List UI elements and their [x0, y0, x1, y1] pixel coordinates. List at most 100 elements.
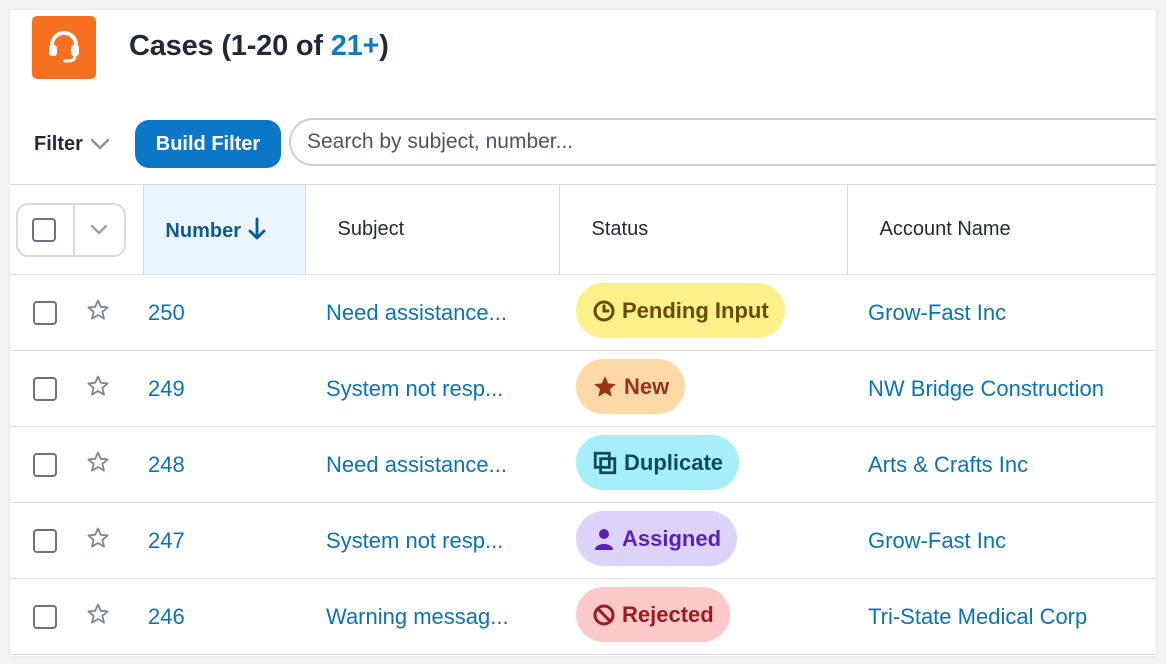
row-checkbox[interactable] [33, 452, 57, 477]
status-badge: Assigned [576, 511, 738, 566]
column-header-account[interactable]: Account Name [847, 184, 1156, 275]
chevron-down-icon[interactable] [88, 218, 110, 240]
headset-icon [49, 30, 79, 62]
case-number-link[interactable]: 250 [148, 300, 185, 325]
status-cell: Duplicate [559, 426, 847, 503]
column-header-status[interactable]: Status [559, 184, 848, 275]
column-header-subject[interactable]: Subject [305, 184, 560, 275]
account-cell: Tri-State Medical Corp [847, 578, 1156, 655]
table-row[interactable]: 246 Warning messag... Rejected Tri-State Me… [10, 578, 1156, 655]
toolbar: Filter Build Filter [10, 118, 1156, 170]
select-all-header [10, 184, 144, 275]
row-select-cell [10, 426, 143, 503]
sort-descending-icon [248, 217, 265, 239]
favorite-star-icon[interactable] [86, 374, 110, 404]
status-cell: Pending Input [559, 274, 847, 351]
status-label: Duplicate [624, 449, 724, 475]
status-badge: Duplicate [576, 435, 740, 490]
column-label-subject: Subject [337, 218, 405, 240]
case-number-link[interactable]: 246 [148, 604, 185, 629]
column-label-number: Number [165, 219, 241, 242]
table-body: 250 Need assistance... Pending Input Grow-F… [10, 274, 1156, 655]
person-icon [592, 527, 616, 551]
chevron-down-icon [90, 138, 110, 150]
column-label-account: Account Name [879, 218, 1011, 240]
status-label: Pending Input [622, 297, 769, 323]
status-badge: Pending Input [576, 283, 785, 338]
subject-cell: System not resp... [305, 350, 559, 427]
filter-label: Filter [34, 132, 83, 155]
table-row[interactable]: 249 System not resp... New NW Bridge Constr… [10, 350, 1156, 427]
prohibited-icon [592, 603, 616, 627]
subject-link[interactable]: System not resp... [326, 376, 503, 401]
case-number-cell: 249 [143, 350, 305, 427]
filter-dropdown[interactable]: Filter [34, 130, 111, 158]
account-cell: Arts & Crafts Inc [847, 426, 1156, 503]
favorite-star-icon[interactable] [86, 450, 110, 480]
copy-icon [592, 450, 618, 476]
subject-link[interactable]: System not resp... [326, 528, 503, 553]
column-header-number[interactable]: Number [143, 184, 306, 275]
row-select-cell [10, 502, 143, 579]
favorite-star-icon[interactable] [86, 298, 110, 328]
build-filter-button[interactable]: Build Filter [135, 120, 281, 168]
account-link[interactable]: Tri-State Medical Corp [868, 604, 1087, 629]
subject-cell: System not resp... [305, 502, 559, 579]
status-cell: Rejected [559, 578, 847, 655]
account-cell: Grow-Fast Inc [847, 502, 1156, 579]
title-suffix: ) [379, 30, 389, 62]
row-checkbox[interactable] [33, 604, 57, 629]
status-cell: Assigned [559, 502, 847, 579]
case-number-cell: 246 [143, 578, 305, 655]
row-select-cell [10, 274, 143, 351]
status-label: New [624, 373, 670, 399]
cases-app-icon [32, 16, 96, 79]
clock-icon [592, 299, 616, 323]
table-header-row: Number Subject Status Account Name [10, 184, 1156, 275]
status-badge: Rejected [576, 587, 730, 642]
status-badge: New [576, 359, 686, 414]
subject-cell: Need assistance... [305, 426, 559, 503]
subject-cell: Warning messag... [305, 578, 559, 655]
case-number-link[interactable]: 248 [148, 452, 185, 477]
case-number-link[interactable]: 249 [148, 376, 185, 401]
bulk-select-control [16, 202, 126, 257]
table-row[interactable]: 250 Need assistance... Pending Input Grow-F… [10, 274, 1156, 351]
account-link[interactable]: Grow-Fast Inc [868, 528, 1006, 553]
account-cell: Grow-Fast Inc [847, 274, 1156, 351]
divider [73, 204, 75, 255]
account-link[interactable]: NW Bridge Construction [868, 376, 1104, 401]
account-cell: NW Bridge Construction [847, 350, 1156, 427]
page-title: Cases (1-20 of 21+) [129, 30, 389, 63]
table-row[interactable]: 248 Need assistance... Duplicate Arts & Cra… [10, 426, 1156, 503]
row-select-cell [10, 578, 143, 655]
record-count: 21+ [330, 30, 380, 62]
subject-link[interactable]: Need assistance... [326, 300, 507, 325]
row-select-cell [10, 350, 143, 427]
case-number-cell: 248 [143, 426, 305, 503]
table-row[interactable]: 247 System not resp... Assigned Grow-Fast I… [10, 502, 1156, 579]
row-checkbox[interactable] [33, 376, 57, 401]
star-icon [592, 374, 618, 400]
subject-link[interactable]: Warning messag... [326, 604, 509, 629]
subject-link[interactable]: Need assistance... [326, 452, 507, 477]
favorite-star-icon[interactable] [86, 602, 110, 632]
case-number-link[interactable]: 247 [148, 528, 185, 553]
subject-cell: Need assistance... [305, 274, 559, 351]
favorite-star-icon[interactable] [86, 526, 110, 556]
cases-list-view: Cases (1-20 of 21+) Filter Build Filter [10, 10, 1156, 656]
status-cell: New [559, 350, 847, 427]
case-number-cell: 250 [143, 274, 305, 351]
account-link[interactable]: Grow-Fast Inc [868, 300, 1006, 325]
search-input[interactable] [289, 118, 1156, 166]
status-label: Rejected [622, 601, 714, 627]
select-all-checkbox[interactable] [32, 217, 56, 242]
row-checkbox[interactable] [33, 300, 57, 325]
title-prefix: Cases (1-20 of [129, 30, 331, 62]
status-label: Assigned [622, 525, 722, 551]
case-number-cell: 247 [143, 502, 305, 579]
column-label-status: Status [591, 218, 649, 240]
cases-table: Number Subject Status Account Name 250 Ne… [10, 184, 1156, 655]
row-checkbox[interactable] [33, 528, 57, 553]
account-link[interactable]: Arts & Crafts Inc [868, 452, 1028, 477]
